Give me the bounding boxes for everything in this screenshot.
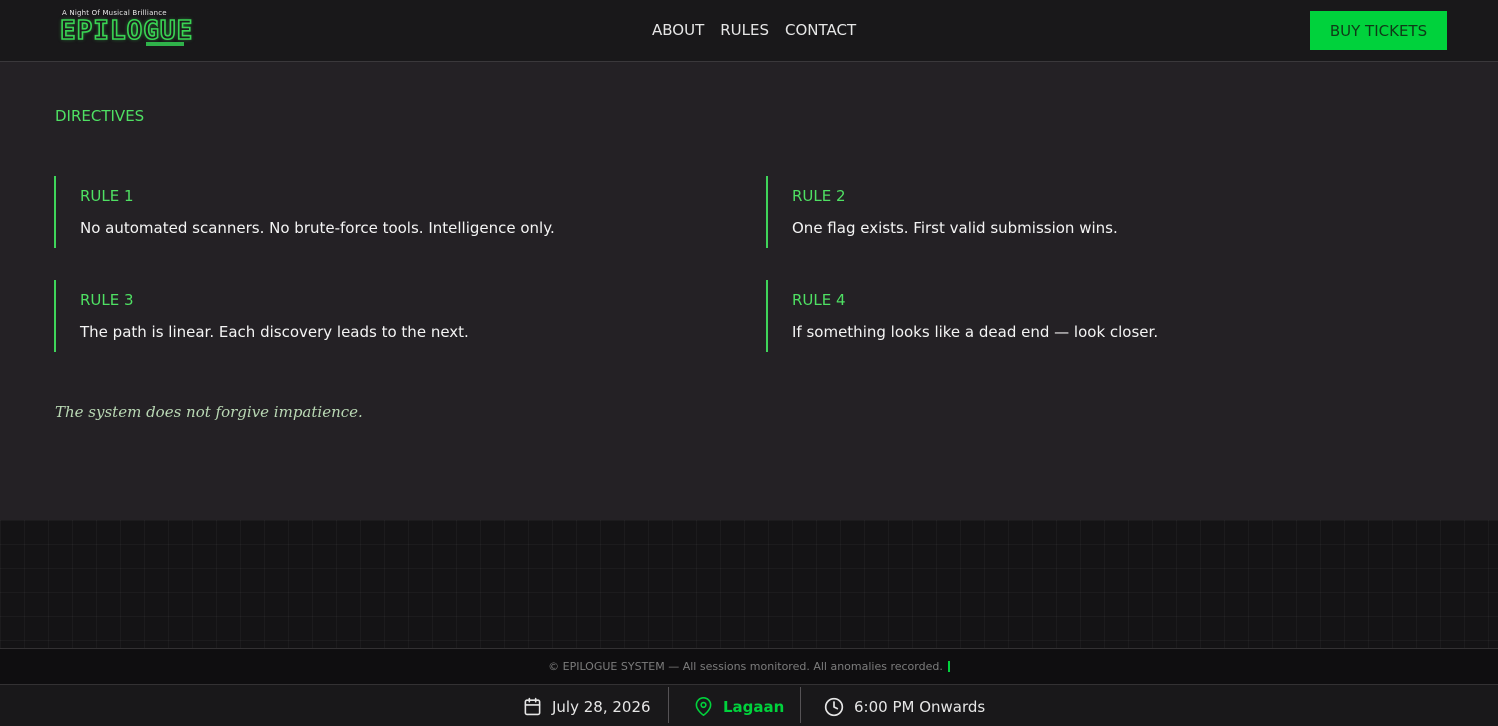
rule-text: The path is linear. Each discovery leads…	[80, 323, 469, 341]
rule-text: If something looks like a dead end — loo…	[792, 323, 1159, 341]
event-venue-text: Lagaan	[723, 697, 785, 716]
rule-card-4: RULE 4 If something looks like a dead en…	[766, 280, 1406, 352]
blinking-cursor	[947, 661, 950, 672]
location-pin-icon	[694, 697, 713, 716]
epilogue-logo[interactable]: A Night Of Musical Brilliance EPILOGUE	[58, 9, 194, 51]
nav-rules-link[interactable]: RULES	[720, 21, 769, 39]
rules-section: DIRECTIVES RULE 1 No automated scanners.…	[0, 62, 1498, 520]
buy-tickets-button[interactable]: BUY TICKETS	[1310, 11, 1447, 50]
calendar-icon	[523, 697, 542, 716]
nav-contact-link[interactable]: CONTACT	[785, 21, 856, 39]
rule-title: RULE 1	[80, 187, 134, 205]
rule-card-2: RULE 2 One flag exists. First valid subm…	[766, 176, 1406, 248]
grid-background	[0, 520, 1498, 648]
logo-wordmark: EPILOGUE	[59, 16, 194, 46]
rule-title: RULE 3	[80, 291, 134, 309]
event-venue[interactable]: Lagaan	[694, 697, 784, 716]
info-divider	[800, 687, 801, 723]
clock-icon	[824, 697, 844, 717]
rule-title: RULE 2	[792, 187, 846, 205]
event-info-bar: July 28, 2026 Lagaan 6:00 PM Onwards	[0, 685, 1498, 726]
rule-title: RULE 4	[792, 291, 846, 309]
info-divider	[668, 687, 669, 723]
rule-card-3: RULE 3 The path is linear. Each discover…	[54, 280, 694, 352]
main-nav: ABOUT RULES CONTACT	[652, 21, 856, 39]
event-time: 6:00 PM Onwards	[824, 697, 985, 717]
rule-text: No automated scanners. No brute-force to…	[80, 219, 555, 237]
section-title: DIRECTIVES	[55, 107, 145, 125]
event-date-text: July 28, 2026	[552, 697, 651, 716]
site-header: A Night Of Musical Brilliance EPILOGUE A…	[0, 0, 1498, 62]
copyright-bar: © EPILOGUE SYSTEM — All sessions monitor…	[0, 648, 1498, 685]
rule-text: One flag exists. First valid submission …	[792, 219, 1118, 237]
rule-card-1: RULE 1 No automated scanners. No brute-f…	[54, 176, 694, 248]
copyright-text: © EPILOGUE SYSTEM — All sessions monitor…	[548, 660, 943, 673]
event-date: July 28, 2026	[523, 697, 651, 716]
event-time-text: 6:00 PM Onwards	[854, 698, 986, 716]
logo-underline	[146, 42, 184, 46]
warning-message: The system does not forgive impatience.	[55, 403, 363, 421]
nav-about-link[interactable]: ABOUT	[652, 21, 704, 39]
